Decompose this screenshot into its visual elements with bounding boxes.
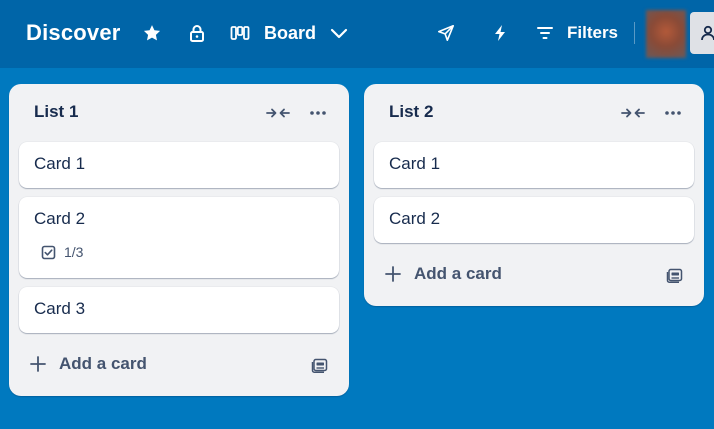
card-template-icon [666,268,683,284]
star-icon [143,25,161,41]
card-title: Card 1 [34,154,86,173]
list-column: List 2 Card 1 Card 2 Add a card [364,84,704,306]
automation-button[interactable] [488,20,512,46]
list-title[interactable]: List 2 [389,102,433,122]
list-title[interactable]: List 1 [34,102,78,122]
card[interactable]: Card 2 [374,197,694,243]
board-view-label: Board [264,22,317,43]
board-title[interactable]: Discover [26,20,121,46]
board-view-switcher[interactable]: Board [230,16,348,50]
star-button[interactable] [140,20,164,46]
filter-icon [537,27,553,39]
filters-button[interactable]: Filters [536,18,618,48]
rocket-icon [437,24,455,42]
create-from-template-button[interactable] [309,354,331,376]
card-template-icon [311,358,328,374]
card[interactable]: Card 3 [19,287,339,333]
filters-label: Filters [567,23,619,42]
more-icon [310,111,326,115]
lock-icon [190,25,204,42]
more-icon [665,111,681,115]
card[interactable]: Card 2 1/3 [19,197,339,278]
power-ups-button[interactable] [434,20,458,46]
add-card-button[interactable]: Add a card [384,264,502,284]
list-column: List 1 Card 1 Card 2 1/3 Card 3 Add a ca… [9,84,349,396]
card[interactable]: Card 1 [19,142,339,188]
header-divider [634,22,635,44]
person-icon [701,25,714,41]
plus-icon [30,356,46,372]
board-header: Discover Board Filters [0,0,714,68]
checklist-count: 1/3 [64,244,84,260]
add-card-label: Add a card [414,264,502,283]
card-title: Card 3 [34,299,86,318]
plus-icon [385,266,401,282]
list-actions-button[interactable] [660,102,686,124]
collapse-list-button[interactable] [620,102,646,124]
card[interactable]: Card 1 [374,142,694,188]
card-title: Card 1 [389,154,441,173]
create-from-template-button[interactable] [664,264,686,286]
checklist-icon [41,245,56,259]
board-view-icon [230,26,250,40]
card-title: Card 2 [389,209,441,228]
lightning-icon [495,25,505,41]
avatar[interactable] [646,10,686,58]
checklist-badge: 1/3 [41,244,83,260]
chevron-down-icon [330,28,348,39]
collapse-icon [621,108,645,118]
share-button[interactable] [690,12,714,54]
collapse-list-button[interactable] [265,102,291,124]
card-title: Card 2 [34,209,86,228]
collapse-icon [266,108,290,118]
add-card-button[interactable]: Add a card [29,354,147,374]
add-card-label: Add a card [59,354,147,373]
visibility-button[interactable] [186,21,208,45]
list-actions-button[interactable] [305,102,331,124]
